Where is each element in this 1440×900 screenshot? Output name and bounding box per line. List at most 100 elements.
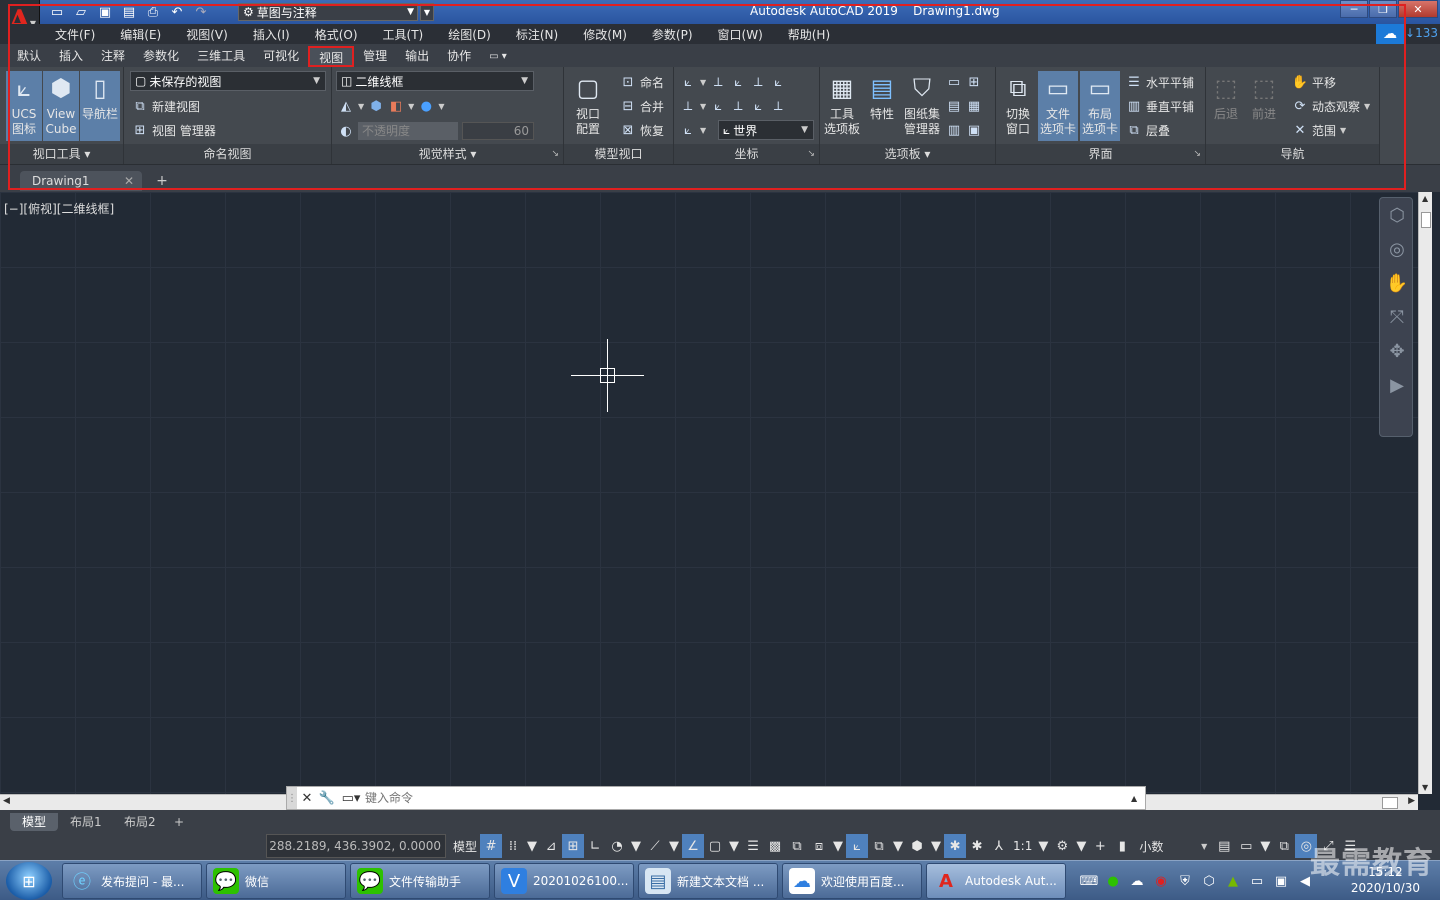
chevron-down-icon[interactable]: ▼ bbox=[1073, 834, 1089, 858]
annotation-scale-icon[interactable]: ⅄ bbox=[988, 834, 1010, 858]
taskbar-item-wechat[interactable]: 💬 微信 bbox=[206, 863, 346, 899]
close-icon[interactable]: ✕ bbox=[124, 171, 134, 191]
menu-tools[interactable]: 工具(T) bbox=[383, 26, 424, 43]
ortho-icon[interactable]: ∟ bbox=[584, 834, 606, 858]
isolate-objects-icon[interactable]: ⧉ bbox=[1273, 834, 1295, 858]
showmotion-icon[interactable]: ▶ bbox=[1380, 368, 1414, 402]
new-file-icon[interactable]: ▭ bbox=[46, 2, 68, 22]
scroll-thumb[interactable] bbox=[1421, 212, 1431, 228]
units-icon[interactable]: ▮ bbox=[1111, 834, 1133, 858]
pan-hand-icon[interactable]: ✋ bbox=[1380, 266, 1414, 300]
tab-parametric[interactable]: 参数化 bbox=[134, 46, 188, 67]
viewport-controls-label[interactable]: [−][俯视][二维线框] bbox=[4, 200, 114, 217]
polar-tracking-icon[interactable]: ◔ bbox=[606, 834, 628, 858]
chevron-down-icon[interactable]: ▼ bbox=[628, 834, 644, 858]
ucs-icon-button[interactable]: ⟀ UCS 图标 bbox=[6, 71, 42, 141]
ucs-object-icon[interactable]: ⟀ bbox=[770, 74, 786, 90]
shading-icon[interactable]: ⬢ bbox=[368, 98, 384, 114]
ucs-y-icon[interactable]: ⟂ bbox=[730, 98, 746, 114]
model-space-button[interactable]: 模型 bbox=[450, 834, 480, 858]
ucs-zaxis-icon[interactable]: ⟂ bbox=[770, 98, 786, 114]
nvidia-icon[interactable]: ▲ bbox=[1224, 872, 1242, 890]
taskbar-item-autocad[interactable]: A Autodesk Aut... bbox=[926, 863, 1066, 899]
restore-viewport-button[interactable]: ⊠ 恢复 bbox=[620, 119, 664, 141]
tab-annotate[interactable]: 注释 bbox=[92, 46, 134, 67]
tab-default[interactable]: 默认 bbox=[8, 46, 50, 67]
new-view-button[interactable]: ⧉ 新建视图 bbox=[132, 95, 200, 117]
command-input[interactable] bbox=[365, 791, 1131, 805]
menu-window[interactable]: 窗口(W) bbox=[718, 26, 763, 43]
taskbar-item-notepad[interactable]: ▤ 新建文本文档 ... bbox=[638, 863, 778, 899]
chevron-down-icon[interactable]: ▼ bbox=[890, 834, 906, 858]
viewport-config-button[interactable]: ▢ 视口 配置 bbox=[570, 71, 606, 141]
chevron-down-icon[interactable]: ▼ bbox=[524, 834, 540, 858]
selection-cycling-icon[interactable]: ⧉ bbox=[786, 834, 808, 858]
grip-handle[interactable]: ⋮ bbox=[287, 787, 297, 809]
add-layout-button[interactable]: + bbox=[166, 813, 192, 831]
object-snap-tracking-icon[interactable]: ∠ bbox=[682, 834, 705, 858]
extents-button[interactable]: ✕ 范围 ▼ bbox=[1292, 119, 1347, 141]
security-icon[interactable]: ⛨ bbox=[1176, 872, 1194, 890]
panel-title-visual-styles[interactable]: 视觉样式 ▾ ↘ bbox=[332, 144, 563, 164]
layout-tab-layout1[interactable]: 布局1 bbox=[58, 813, 114, 831]
taskbar-item-ie[interactable]: ⓔ 发布提问 - 最... bbox=[62, 863, 202, 899]
maximize-button[interactable]: ❐ bbox=[1369, 0, 1397, 18]
tile-vertical-button[interactable]: ▥ 垂直平铺 bbox=[1126, 95, 1194, 117]
forward-button[interactable]: ⬚ 前进 bbox=[1246, 71, 1282, 141]
taskbar-item-video[interactable]: V 20201026100... bbox=[494, 863, 634, 899]
ucs-origin-icon[interactable]: ⟂ bbox=[710, 74, 726, 90]
cascade-button[interactable]: ⧉ 层叠 bbox=[1126, 119, 1170, 141]
close-button[interactable]: ✕ bbox=[1398, 0, 1438, 18]
keyboard-icon[interactable]: ⌨ bbox=[1080, 872, 1099, 890]
chevron-down-icon[interactable]: ▼ bbox=[1035, 834, 1051, 858]
annotation-scale-value[interactable]: 1:1 bbox=[1010, 834, 1035, 858]
baidu-cloud-icon[interactable]: ☁ bbox=[1376, 24, 1404, 44]
undo-icon[interactable]: ↶ bbox=[166, 2, 188, 22]
drawing-canvas[interactable]: [−][俯视][二维线框] bbox=[0, 192, 1418, 794]
layout-tab-model[interactable]: 模型 bbox=[10, 813, 59, 831]
dynamic-ucs-icon[interactable]: ⟀ bbox=[846, 834, 869, 858]
command-line-icon[interactable]: ▭ bbox=[946, 74, 962, 90]
panel-title-viewport-tools[interactable]: 视口工具 ▾ bbox=[0, 144, 123, 164]
panel-title-palettes[interactable]: 选项板 ▾ bbox=[820, 144, 995, 164]
command-prompt-icon[interactable]: ▭▾ bbox=[337, 787, 365, 809]
open-file-icon[interactable]: ▱ bbox=[70, 2, 92, 22]
menu-view[interactable]: 视图(V) bbox=[186, 26, 228, 43]
scroll-thumb[interactable] bbox=[1382, 797, 1398, 809]
tab-view[interactable]: 视图 bbox=[308, 46, 355, 67]
chevron-up-icon[interactable]: ▲ bbox=[1131, 794, 1145, 803]
viewcube-button[interactable]: ⬢ View Cube bbox=[43, 71, 79, 141]
annotation-monitor-icon[interactable]: + bbox=[1089, 834, 1111, 858]
chevron-down-icon[interactable]: ▼ bbox=[1257, 834, 1273, 858]
clipboard-icon[interactable]: ▣ bbox=[966, 122, 982, 138]
menu-draw[interactable]: 绘图(D) bbox=[448, 26, 491, 43]
calculator-icon[interactable]: ▦ bbox=[966, 98, 982, 114]
full-navigation-wheel-icon[interactable]: ◎ bbox=[1380, 232, 1414, 266]
new-tab-button[interactable]: + bbox=[150, 172, 174, 190]
workspace-gear-icon[interactable]: ⚙ bbox=[1051, 834, 1073, 858]
view-manager-button[interactable]: ⊞ 视图 管理器 bbox=[132, 119, 216, 141]
infer-constraints-icon[interactable]: ⊿ bbox=[540, 834, 562, 858]
menu-parametric[interactable]: 参数(P) bbox=[652, 26, 693, 43]
baidu-tray-icon[interactable]: ☁ bbox=[1128, 872, 1146, 890]
visual-style-combo[interactable]: ◫ 二维线框 ▼ bbox=[336, 71, 534, 91]
steering-wheel-icon[interactable]: ⬡ bbox=[1380, 198, 1414, 232]
scroll-up-icon[interactable]: ▲ bbox=[1422, 194, 1428, 203]
design-center-icon[interactable]: ⊞ bbox=[966, 74, 982, 90]
chevron-down-icon[interactable]: ▼ bbox=[928, 834, 944, 858]
start-button[interactable]: ⊞ bbox=[6, 862, 52, 900]
scroll-left-icon[interactable]: ◀ bbox=[3, 796, 10, 806]
save-as-icon[interactable]: ▤ bbox=[118, 2, 140, 22]
netease-icon[interactable]: ◉ bbox=[1152, 872, 1170, 890]
menu-format[interactable]: 格式(O) bbox=[315, 26, 358, 43]
lighting-icon[interactable]: ● bbox=[418, 98, 434, 114]
ucs-named-icon[interactable]: ⟀ bbox=[680, 122, 696, 138]
tile-horizontal-button[interactable]: ☰ 水平平铺 bbox=[1126, 71, 1194, 93]
monitor-icon[interactable]: ▭ bbox=[1248, 872, 1266, 890]
menu-insert[interactable]: 插入(I) bbox=[253, 26, 290, 43]
tool-palettes-button[interactable]: ▦ 工具 选项板 bbox=[822, 71, 862, 141]
edge-style-icon[interactable]: ◭ bbox=[338, 98, 354, 114]
annotation-visibility-icon[interactable]: ✱ bbox=[944, 834, 967, 858]
layer-icon[interactable]: ▥ bbox=[946, 122, 962, 138]
sheet-set-button[interactable]: ⛉ 图纸集 管理器 bbox=[902, 71, 942, 141]
